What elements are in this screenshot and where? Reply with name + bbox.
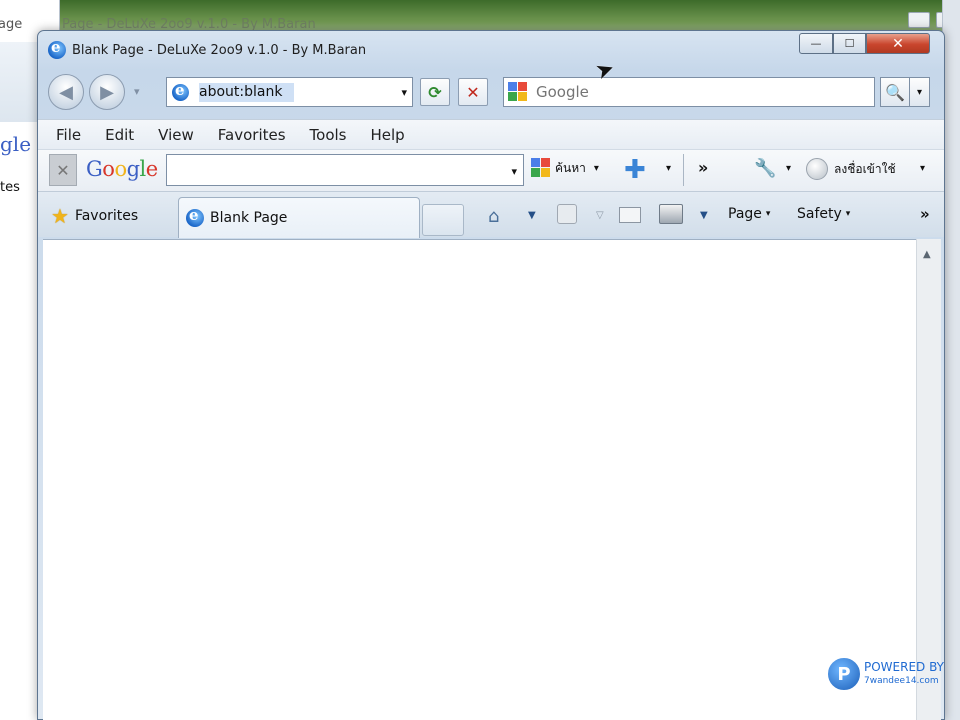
tab-page-icon xyxy=(186,206,204,227)
menu-view[interactable]: View xyxy=(158,126,194,144)
google-search-label: ค้นหา xyxy=(555,160,586,175)
home-icon[interactable]: ⌂ xyxy=(488,206,499,227)
google-signin-label: ลงชื่อเข้าใช้ xyxy=(834,161,896,176)
google-toolbar-close-button[interactable]: ✕ xyxy=(49,154,77,186)
menu-tools[interactable]: Tools xyxy=(310,126,347,144)
forward-arrow-icon: ▶ xyxy=(100,81,114,103)
command-more-chevron-icon[interactable]: » xyxy=(920,205,930,223)
google-search-button[interactable]: ค้นหา ▾ xyxy=(531,158,599,178)
page-content-area[interactable] xyxy=(43,239,916,720)
search-input[interactable] xyxy=(536,83,836,101)
stop-button[interactable]: ✕ xyxy=(458,78,488,106)
scroll-up-arrow-icon[interactable]: ▲ xyxy=(923,249,931,260)
toolbar-separator xyxy=(683,154,684,186)
watermark-line1: POWERED BY xyxy=(864,660,945,674)
google-provider-icon xyxy=(508,82,528,102)
print-icon[interactable] xyxy=(659,204,683,224)
tab-label: Blank Page xyxy=(210,210,288,226)
menu-bar: File Edit View Favorites Tools Help xyxy=(38,119,944,149)
safety-menu-button[interactable]: Safety ▾ xyxy=(797,206,850,222)
address-toolbar: ◀ ▶ ▾ ▾ ⟳ ✕ 🔍 ▾ xyxy=(38,69,944,115)
favorites-label: Favorites xyxy=(74,208,139,224)
wrench-icon[interactable]: 🔧 xyxy=(754,158,776,179)
address-bar[interactable]: ▾ xyxy=(166,77,413,107)
page-menu-button[interactable]: Page ▾ xyxy=(728,206,770,222)
google-add-button-icon[interactable]: ✚ xyxy=(624,157,646,183)
back-arrow-icon: ◀ xyxy=(59,81,73,103)
google-logo: Google xyxy=(86,157,158,181)
print-dropdown[interactable]: ▼ xyxy=(700,210,708,221)
search-options-dropdown[interactable]: ▾ xyxy=(910,77,930,107)
search-box[interactable] xyxy=(503,77,875,107)
refresh-icon: ⟳ xyxy=(428,82,442,102)
account-icon xyxy=(806,158,828,180)
address-input[interactable] xyxy=(199,84,389,100)
google-add-dropdown[interactable]: ▾ xyxy=(666,163,671,174)
google-search-input[interactable]: ▾ xyxy=(166,154,524,186)
google-signin-button[interactable]: ลงชื่อเข้าใช้ xyxy=(806,158,896,180)
search-icon: 🔍 xyxy=(885,82,905,102)
watermark: P POWERED BY 7wandee14.com xyxy=(826,656,944,692)
tab-blank-page[interactable]: Blank Page xyxy=(178,197,420,238)
favorites-button[interactable]: ★ Favorites xyxy=(51,204,138,228)
close-button[interactable]: ✕ xyxy=(866,33,930,54)
google-search-dropdown[interactable]: ▾ xyxy=(594,163,599,174)
menu-file[interactable]: File xyxy=(56,126,81,144)
google-search-dropdown-icon[interactable]: ▾ xyxy=(511,165,517,178)
minimize-button[interactable]: — xyxy=(799,33,833,54)
google-search-icon xyxy=(531,158,551,178)
background-google-fragment: gle xyxy=(0,132,32,156)
favorites-star-icon: ★ xyxy=(51,204,69,228)
menu-favorites[interactable]: Favorites xyxy=(218,126,286,144)
google-toolbar: ✕ Google ▾ ค้นหา ▾ ✚ ▾ » 🔧 ▾ ลงชื่อเข้าใ… xyxy=(38,149,944,191)
vertical-scrollbar[interactable]: ▲ xyxy=(916,239,941,720)
background-favorites-fragment: tes xyxy=(0,180,20,195)
menu-help[interactable]: Help xyxy=(371,126,405,144)
page-menu-dropdown-icon: ▾ xyxy=(765,209,771,219)
watermark-line2: 7wandee14.com xyxy=(864,676,939,686)
forward-button[interactable]: ▶ xyxy=(89,74,125,110)
maximize-button[interactable]: ☐ xyxy=(833,33,866,54)
feeds-dropdown[interactable]: ▽ xyxy=(596,210,604,221)
feeds-icon[interactable] xyxy=(557,204,577,224)
title-bar[interactable]: Blank Page - DeLuXe 2oo9 v.1.0 - By M.Ba… xyxy=(38,31,944,67)
safety-menu-dropdown-icon: ▾ xyxy=(845,209,851,219)
google-more-chevron-icon[interactable]: » xyxy=(698,158,708,177)
mail-icon[interactable] xyxy=(619,207,641,223)
recent-pages-dropdown[interactable]: ▾ xyxy=(134,85,140,98)
refresh-button[interactable]: ⟳ xyxy=(420,78,450,106)
ie-logo-icon xyxy=(48,38,66,59)
menu-edit[interactable]: Edit xyxy=(105,126,134,144)
tab-bar: ★ Favorites Blank Page ⌂ ▼ ▽ ▼ Page ▾ Sa… xyxy=(38,191,944,238)
safety-menu-label: Safety xyxy=(797,206,842,222)
watermark-logo: P xyxy=(826,656,862,692)
address-dropdown-icon[interactable]: ▾ xyxy=(401,86,407,99)
new-tab-button[interactable] xyxy=(422,204,464,236)
page-icon xyxy=(172,81,189,101)
signin-dropdown[interactable]: ▾ xyxy=(920,163,925,174)
stop-icon: ✕ xyxy=(466,82,480,102)
page-menu-label: Page xyxy=(728,206,762,222)
search-button[interactable]: 🔍 xyxy=(880,77,910,107)
back-button[interactable]: ◀ xyxy=(48,74,84,110)
window-title: Blank Page - DeLuXe 2oo9 v.1.0 - By M.Ba… xyxy=(72,43,367,58)
browser-window: Blank Page - DeLuXe 2oo9 v.1.0 - By M.Ba… xyxy=(37,30,945,720)
wrench-dropdown[interactable]: ▾ xyxy=(786,163,791,174)
background-minimize-button[interactable] xyxy=(908,12,930,28)
home-dropdown[interactable]: ▼ xyxy=(528,210,536,221)
close-icon: ✕ xyxy=(56,160,70,180)
